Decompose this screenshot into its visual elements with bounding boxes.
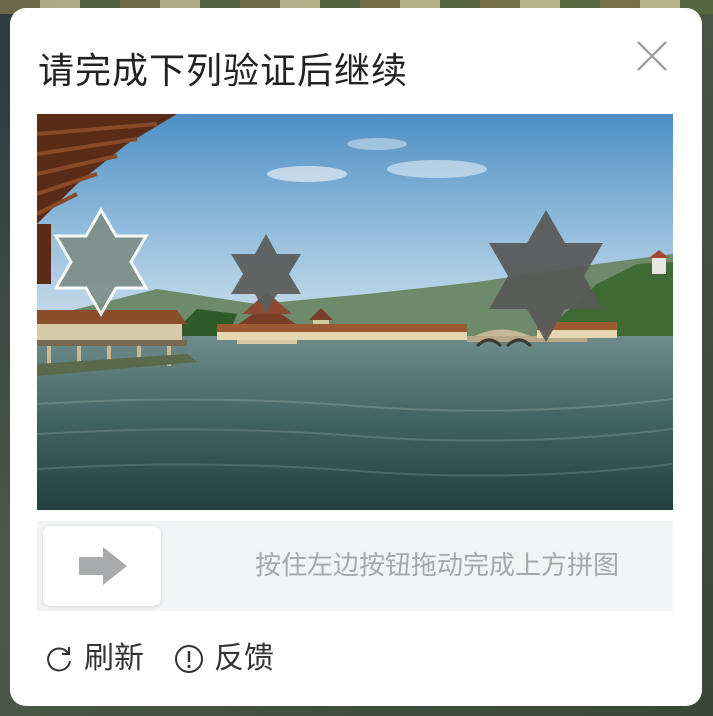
captcha-dialog: 请完成下列验证后继续 按住左边按钮拖动完成上方拼图 刷新 反馈 — [10, 8, 702, 706]
feedback-label: 反馈 — [214, 641, 274, 676]
puzzle-image — [37, 114, 673, 510]
slider-track[interactable]: 按住左边按钮拖动完成上方拼图 — [37, 521, 673, 611]
footer-links: 刷新 反馈 — [44, 636, 304, 682]
close-icon — [637, 41, 667, 71]
dialog-title: 请完成下列验证后继续 — [38, 51, 409, 92]
close-button[interactable] — [632, 36, 672, 76]
info-circle-icon — [175, 645, 203, 673]
refresh-icon — [47, 647, 71, 672]
refresh-label: 刷新 — [84, 641, 144, 676]
slider-hint: 按住左边按钮拖动完成上方拼图 — [254, 551, 619, 581]
refresh-button[interactable]: 刷新 — [44, 636, 144, 682]
arrow-right-icon — [79, 547, 127, 585]
slider-handle[interactable] — [43, 526, 161, 606]
feedback-button[interactable]: 反馈 — [174, 636, 274, 682]
